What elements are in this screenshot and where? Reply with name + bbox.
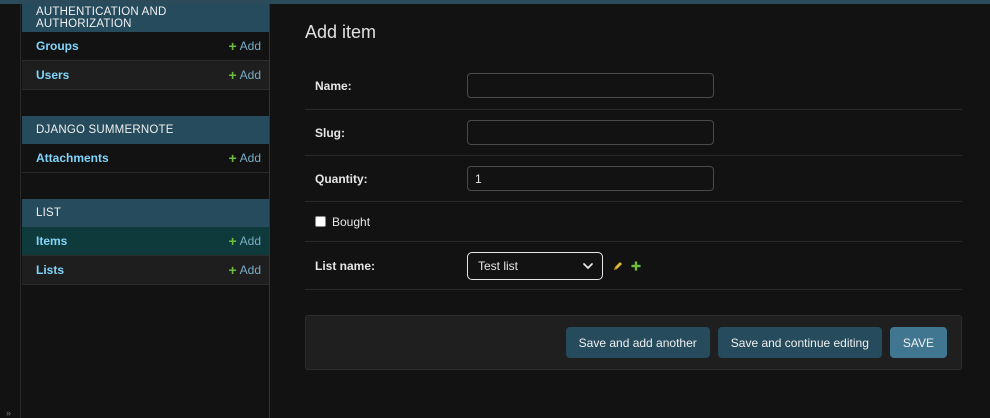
submit-row: Save and add another Save and continue e…	[305, 315, 962, 370]
add-label: Add	[239, 234, 261, 248]
related-actions	[612, 260, 642, 272]
plus-icon: +	[228, 262, 237, 278]
module-header[interactable]: LIST	[22, 199, 269, 227]
chevron-down-icon	[583, 262, 593, 269]
module-header[interactable]: AUTHENTICATION AND AUTHORIZATION	[22, 4, 269, 32]
module-gap	[22, 173, 269, 199]
sidebar-link-groups[interactable]: Groups	[36, 39, 79, 53]
plus-icon: +	[228, 38, 237, 54]
plus-icon: +	[228, 67, 237, 83]
sidebar-item-lists: Lists + Add	[22, 256, 269, 285]
add-attachments-link[interactable]: + Add	[228, 151, 261, 165]
add-lists-link[interactable]: + Add	[228, 263, 261, 277]
list-label: List name:	[315, 258, 376, 273]
add-items-link[interactable]: + Add	[228, 234, 261, 248]
module-list: LIST Items + Add Lists + Add	[22, 199, 269, 285]
module-summernote: DJANGO SUMMERNOTE Attachments + Add	[22, 116, 269, 173]
name-label: Name:	[315, 78, 352, 93]
sidebar-item-attachments: Attachments + Add	[22, 144, 269, 173]
save-and-add-another-button[interactable]: Save and add another	[565, 327, 710, 358]
plus-icon: +	[228, 150, 237, 166]
sidebar-item-users: Users + Add	[22, 61, 269, 90]
sidebar-item-items: Items + Add	[22, 227, 269, 256]
list-select[interactable]: Test list	[467, 251, 603, 280]
sidebar: AUTHENTICATION AND AUTHORIZATION Groups …	[22, 4, 270, 418]
add-users-link[interactable]: + Add	[228, 68, 261, 82]
add-label: Add	[239, 68, 261, 82]
add-label: Add	[239, 151, 261, 165]
module-gap	[22, 90, 269, 116]
form-row-bought: Bought	[305, 202, 962, 242]
add-label: Add	[239, 39, 261, 53]
plus-icon[interactable]	[630, 260, 642, 272]
quantity-input[interactable]: 1	[467, 166, 714, 191]
main-content: Add item Name: Slug: Quantity: 1 Bought …	[305, 4, 962, 290]
sidebar-item-groups: Groups + Add	[22, 32, 269, 61]
plus-icon: +	[228, 233, 237, 249]
pencil-icon[interactable]	[612, 260, 624, 272]
sidebar-link-lists[interactable]: Lists	[36, 263, 64, 277]
add-label: Add	[239, 263, 261, 277]
quantity-label: Quantity:	[315, 171, 368, 186]
sidebar-link-users[interactable]: Users	[36, 68, 69, 82]
toggle-glyph: »	[6, 408, 12, 418]
module-header[interactable]: DJANGO SUMMERNOTE	[22, 116, 269, 144]
sidebar-toggle-strip[interactable]: »	[0, 4, 21, 418]
list-select-value: Test list	[478, 258, 519, 273]
bought-field: Bought	[305, 215, 370, 229]
form-row-slug: Slug:	[305, 110, 962, 156]
sidebar-link-attachments[interactable]: Attachments	[36, 151, 109, 165]
form-row-name: Name:	[305, 52, 962, 110]
form-row-list: List name: Test list	[305, 242, 962, 290]
slug-label: Slug:	[315, 125, 345, 140]
module-auth: AUTHENTICATION AND AUTHORIZATION Groups …	[22, 4, 269, 90]
sidebar-link-items[interactable]: Items	[36, 234, 67, 248]
bought-checkbox[interactable]	[315, 216, 326, 227]
save-and-continue-button[interactable]: Save and continue editing	[717, 327, 882, 358]
name-input[interactable]	[467, 73, 714, 98]
slug-input[interactable]	[467, 120, 714, 145]
page-title: Add item	[305, 22, 377, 42]
bought-label: Bought	[332, 214, 371, 229]
add-groups-link[interactable]: + Add	[228, 39, 261, 53]
form-row-quantity: Quantity: 1	[305, 156, 962, 202]
save-button[interactable]: SAVE	[889, 327, 947, 358]
